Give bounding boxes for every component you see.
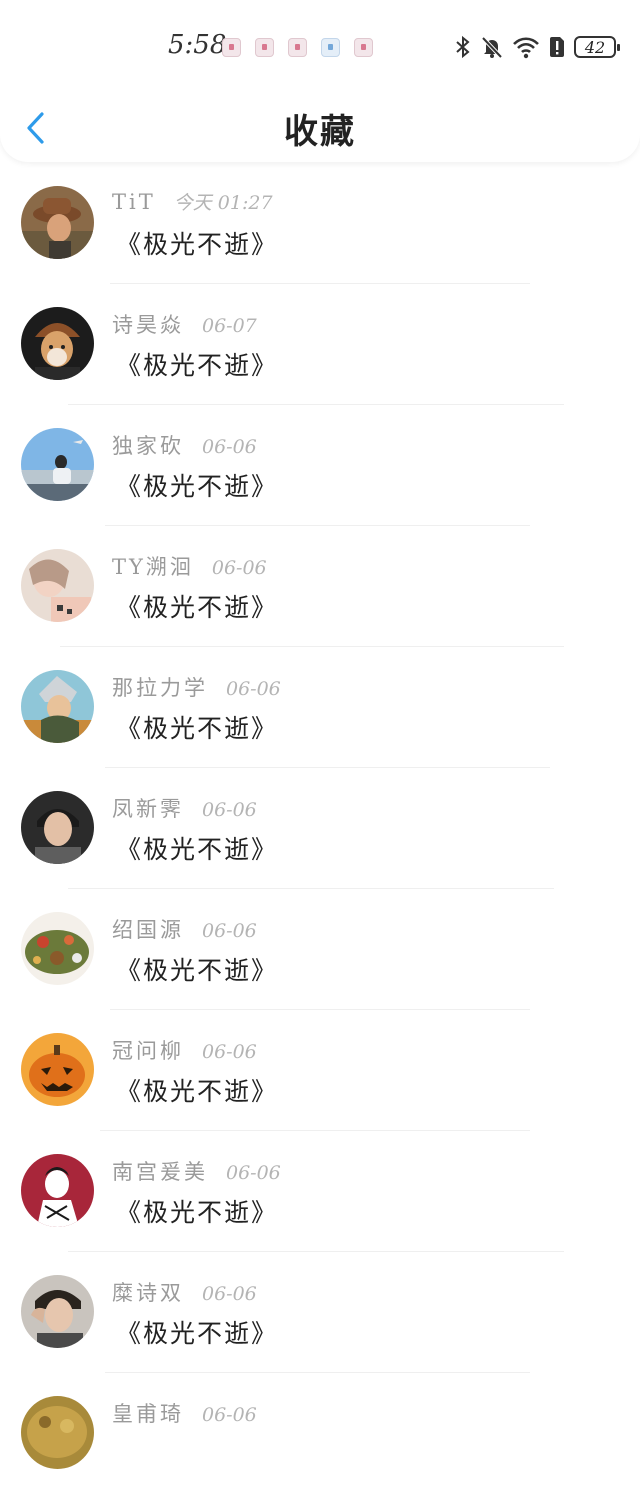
avatar xyxy=(21,1275,94,1348)
timestamp: 06-06 xyxy=(226,678,281,700)
timestamp: 06-06 xyxy=(202,799,257,821)
user-name: 凤新霁 xyxy=(112,797,184,821)
work-title: 《极光不逝》 xyxy=(116,593,279,622)
avatar xyxy=(21,1154,94,1227)
list-item[interactable]: 独家砍 06-06 《极光不逝》 xyxy=(0,405,640,526)
item-meta: 独家砍 06-06 xyxy=(112,430,257,460)
list-item[interactable]: 凤新霁 06-06 《极光不逝》 xyxy=(0,768,640,889)
item-meta: 皇甫琦 06-06 xyxy=(112,1398,257,1428)
work-title: 《极光不逝》 xyxy=(116,714,279,743)
avatar xyxy=(21,186,94,259)
app-notification-icon xyxy=(288,38,307,57)
wifi-icon xyxy=(512,34,540,60)
notification-icons xyxy=(222,38,373,57)
avatar xyxy=(21,670,94,743)
item-meta: TiT 今天 01:27 xyxy=(112,188,273,215)
timestamp: 06-06 xyxy=(202,1041,257,1063)
status-time: 5:58 xyxy=(168,30,227,60)
item-meta: 绍国源 06-06 xyxy=(112,914,257,944)
status-bar: 5:58 42 xyxy=(0,0,640,90)
page-title: 收藏 xyxy=(284,112,356,152)
avatar xyxy=(21,1396,94,1469)
avatar xyxy=(21,307,94,380)
user-name: 绍国源 xyxy=(112,918,184,942)
work-title: 《极光不逝》 xyxy=(116,1077,279,1106)
timestamp: 06-06 xyxy=(202,920,257,942)
item-meta: TY溯洄 06-06 xyxy=(112,551,267,581)
avatar xyxy=(21,549,94,622)
avatar xyxy=(21,428,94,501)
app-notification-icon xyxy=(354,38,373,57)
item-meta: 冠问柳 06-06 xyxy=(112,1035,257,1065)
work-title: 《极光不逝》 xyxy=(116,351,279,380)
work-title: 《极光不逝》 xyxy=(116,835,279,864)
sim-alert-icon xyxy=(548,34,566,60)
battery-icon: 42 xyxy=(574,36,620,58)
app-notification-icon xyxy=(222,38,241,57)
bluetooth-icon xyxy=(454,34,472,60)
timestamp: 06-07 xyxy=(202,315,257,337)
item-meta: 南宫爰美 06-06 xyxy=(112,1156,281,1186)
user-name: 糜诗双 xyxy=(112,1281,184,1305)
user-name: 冠问柳 xyxy=(112,1039,184,1063)
app-header: 5:58 42 收藏 xyxy=(0,0,640,162)
user-name: 皇甫琦 xyxy=(112,1402,184,1426)
work-title: 《极光不逝》 xyxy=(116,472,279,501)
user-name: 那拉力学 xyxy=(112,676,208,700)
system-icons: 42 xyxy=(454,34,620,60)
work-title: 《极光不逝》 xyxy=(116,956,279,985)
nav-bar: 收藏 xyxy=(0,90,640,162)
user-name: TY溯洄 xyxy=(112,555,194,579)
item-meta: 凤新霁 06-06 xyxy=(112,793,257,823)
list-item[interactable]: TiT 今天 01:27 《极光不逝》 xyxy=(0,163,640,284)
timestamp: 06-06 xyxy=(211,557,267,579)
timestamp: 06-06 xyxy=(202,436,257,458)
work-title: 《极光不逝》 xyxy=(116,1319,279,1348)
user-name: TiT xyxy=(112,190,156,214)
list-item[interactable]: 南宫爰美 06-06 《极光不逝》 xyxy=(0,1131,640,1252)
item-meta: 那拉力学 06-06 xyxy=(112,672,281,702)
timestamp: 06-06 xyxy=(202,1404,257,1426)
user-name: 诗昊焱 xyxy=(112,313,184,337)
mute-icon xyxy=(480,34,504,60)
app-notification-icon xyxy=(255,38,274,57)
work-title: 《极光不逝》 xyxy=(116,230,279,259)
avatar xyxy=(21,912,94,985)
avatar xyxy=(21,1033,94,1106)
item-meta: 糜诗双 06-06 xyxy=(112,1277,257,1307)
favorites-list: TiT 今天 01:27 《极光不逝》 诗昊焱 06-07 《极光不逝》 独家砍… xyxy=(0,163,640,1494)
user-name: 独家砍 xyxy=(112,434,184,458)
timestamp: 06-06 xyxy=(226,1162,281,1184)
list-item[interactable]: TY溯洄 06-06 《极光不逝》 xyxy=(0,526,640,647)
list-item[interactable]: 绍国源 06-06 《极光不逝》 xyxy=(0,889,640,1010)
item-meta: 诗昊焱 06-07 xyxy=(112,309,257,339)
app-notification-icon xyxy=(321,38,340,57)
list-item[interactable]: 那拉力学 06-06 《极光不逝》 xyxy=(0,647,640,768)
list-item[interactable]: 皇甫琦 06-06 xyxy=(0,1373,640,1494)
work-title: 《极光不逝》 xyxy=(116,1198,279,1227)
timestamp: 今天 01:27 xyxy=(173,192,273,214)
list-item[interactable]: 糜诗双 06-06 《极光不逝》 xyxy=(0,1252,640,1373)
timestamp: 06-06 xyxy=(202,1283,257,1305)
user-name: 南宫爰美 xyxy=(112,1160,208,1184)
avatar xyxy=(21,791,94,864)
list-item[interactable]: 冠问柳 06-06 《极光不逝》 xyxy=(0,1010,640,1131)
list-item[interactable]: 诗昊焱 06-07 《极光不逝》 xyxy=(0,284,640,405)
